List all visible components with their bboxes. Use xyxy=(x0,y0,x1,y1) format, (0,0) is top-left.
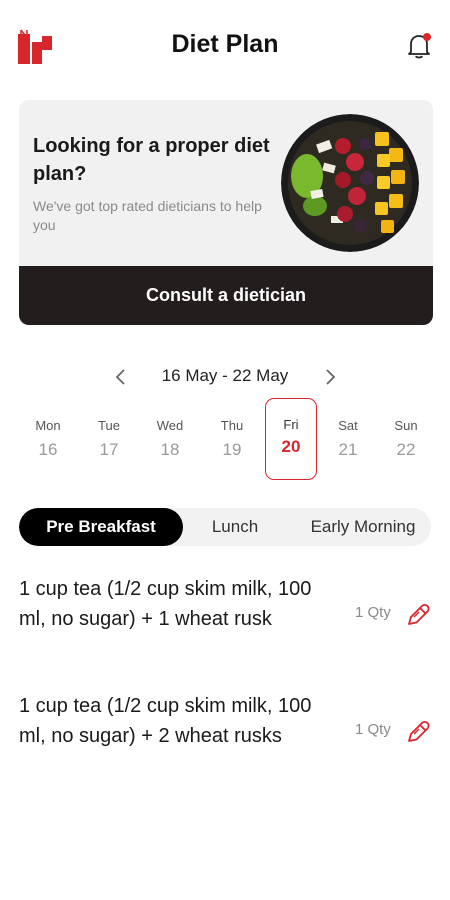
day-name: Fri xyxy=(283,417,299,432)
day-number: 22 xyxy=(396,440,416,459)
week-range-label: 16 May - 22 May xyxy=(161,366,289,385)
day-number: 16 xyxy=(38,440,58,459)
day-mon[interactable]: Mon 16 xyxy=(22,398,74,480)
day-name: Mon xyxy=(35,418,61,433)
day-fri-selected[interactable]: Fri 20 xyxy=(265,398,317,480)
bell-icon[interactable] xyxy=(406,32,432,60)
day-tue[interactable]: Tue 17 xyxy=(83,398,135,480)
meal-tabs: Pre Breakfast Lunch Early Morning xyxy=(19,508,431,546)
day-name: Tue xyxy=(98,418,120,433)
edit-icon[interactable] xyxy=(405,719,431,745)
edit-icon[interactable] xyxy=(405,602,431,628)
promo-subtext: We've got top rated dieticians to help y… xyxy=(33,198,262,233)
consult-dietician-button[interactable]: Consult a dietician xyxy=(19,266,433,325)
app-header: Diet Plan xyxy=(0,22,450,70)
day-number: 20 xyxy=(281,437,301,456)
list-item: 1 cup tea (1/2 cup skim milk, 100 ml, no… xyxy=(19,574,433,674)
day-wed[interactable]: Wed 18 xyxy=(144,398,196,480)
day-number: 21 xyxy=(338,440,358,459)
day-number: 19 xyxy=(222,440,242,459)
meal-description: 1 cup tea (1/2 cup skim milk, 100 ml, no… xyxy=(19,695,312,747)
page-title: Diet Plan xyxy=(171,30,279,58)
day-number: 18 xyxy=(160,440,180,459)
promo-heading: Looking for a proper diet plan? xyxy=(33,135,270,185)
meal-quantity: 1 Qty xyxy=(355,721,391,738)
day-sun[interactable]: Sun 22 xyxy=(380,398,432,480)
meal-quantity: 1 Qty xyxy=(355,604,391,621)
list-item: 1 cup tea (1/2 cup skim milk, 100 ml, no… xyxy=(19,691,433,791)
day-sat[interactable]: Sat 21 xyxy=(322,398,374,480)
day-number: 17 xyxy=(99,440,119,459)
tab-early-morning[interactable]: Early Morning xyxy=(295,508,431,546)
chevron-right-icon[interactable] xyxy=(320,366,340,388)
day-selector: Mon 16 Tue 17 Wed 18 Thu 19 Fri 20 Sat 2… xyxy=(16,398,436,480)
meal-description: 1 cup tea (1/2 cup skim milk, 100 ml, no… xyxy=(19,578,312,630)
day-name: Sat xyxy=(338,418,358,433)
consult-promo-card: Looking for a proper diet plan? We've go… xyxy=(19,100,433,325)
day-name: Thu xyxy=(220,418,244,433)
tab-lunch[interactable]: Lunch xyxy=(191,508,279,546)
week-navigator: 16 May - 22 May xyxy=(0,362,450,392)
day-name: Sun xyxy=(394,418,418,433)
day-thu[interactable]: Thu 19 xyxy=(206,398,258,480)
tab-pre-breakfast[interactable]: Pre Breakfast xyxy=(19,508,183,546)
fruit-bowl-image xyxy=(281,114,419,252)
day-name: Wed xyxy=(156,418,184,433)
